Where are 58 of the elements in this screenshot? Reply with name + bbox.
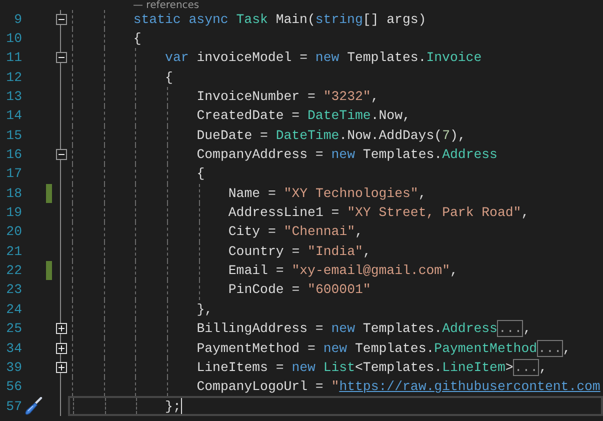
line-number: 19 (5, 205, 22, 220)
line-number: 23 (5, 282, 22, 298)
code-text: Country = "India", (228, 244, 371, 259)
code-text: PinCode = "600001" (228, 282, 371, 298)
line-number: 22 (5, 263, 22, 278)
code-text: InvoiceNumber = "3232", (196, 89, 379, 104)
line-number: 10 (5, 31, 22, 46)
line-number: 18 (5, 186, 22, 201)
line-number: 34 (5, 340, 22, 356)
line-number: 21 (5, 244, 22, 259)
code-text: CreatedDate = DateTime.Now, (196, 108, 410, 124)
text-cursor (180, 398, 182, 414)
expand-icon[interactable] (56, 362, 66, 373)
code-text: LineItems = new List<Templates.LineItem> (196, 360, 514, 375)
line-number: 16 (5, 147, 22, 162)
code-text: , (523, 321, 532, 336)
code-text: DueDate = DateTime.Now.AddDays(7), (196, 128, 466, 143)
code-text: , (539, 360, 547, 375)
line-number: 24 (5, 302, 22, 317)
expand-icon[interactable] (56, 323, 66, 334)
code-text: var invoiceModel = new Templates.Invoice (165, 50, 482, 66)
line-number: 17 (5, 166, 22, 182)
line-number: 39 (5, 360, 22, 375)
line-number: 56 (5, 379, 22, 394)
url-link[interactable]: https://raw.githubusercontent.com (339, 379, 600, 394)
collapsed-code-button[interactable]: ... (513, 358, 540, 376)
line-number: 9 (13, 12, 22, 27)
line-number: 57 (5, 398, 22, 414)
line-number: 14 (5, 108, 22, 124)
collapsed-code-button[interactable]: ... (537, 340, 563, 357)
code-text: BillingAddress = new Templates.Address (196, 321, 498, 336)
code-text: Name = "XY Technologies", (228, 186, 426, 201)
line-number: 20 (5, 224, 22, 240)
code-text: { (196, 166, 205, 182)
code-text: CompanyAddress = new Templates.Address (196, 147, 498, 162)
code-text: PaymentMethod = new Templates.PaymentMethod (196, 340, 538, 356)
code-text: }; (165, 398, 181, 414)
line-number: 11 (5, 50, 22, 66)
line-number: 12 (5, 70, 22, 85)
collapse-icon[interactable] (56, 14, 66, 25)
code-text: CompanyLogoUrl = "https://raw.githubusercontent.com (196, 379, 600, 394)
code-text: City = "Chennai", (228, 224, 363, 240)
code-text: }, (196, 302, 213, 317)
collapsed-code-button[interactable]: ... (497, 320, 524, 338)
code-text: , (562, 340, 571, 356)
codelens-references[interactable]: — references (133, 0, 200, 10)
collapse-icon[interactable] (56, 149, 66, 160)
line-number: 15 (5, 128, 22, 143)
code-text: { (133, 31, 142, 46)
code-text: Email = "xy-email@gmail.com", (228, 263, 458, 278)
collapse-icon[interactable] (56, 52, 66, 64)
code-text: AddressLine1 = "XY Street, Park Road", (228, 205, 530, 220)
code-text: { (165, 70, 173, 85)
screwdriver-icon[interactable] (24, 396, 43, 416)
code-text: static async Task Main(string[] args) (133, 12, 426, 27)
line-number: 13 (5, 89, 22, 104)
expand-icon[interactable] (56, 342, 66, 354)
line-number: 25 (5, 321, 22, 336)
